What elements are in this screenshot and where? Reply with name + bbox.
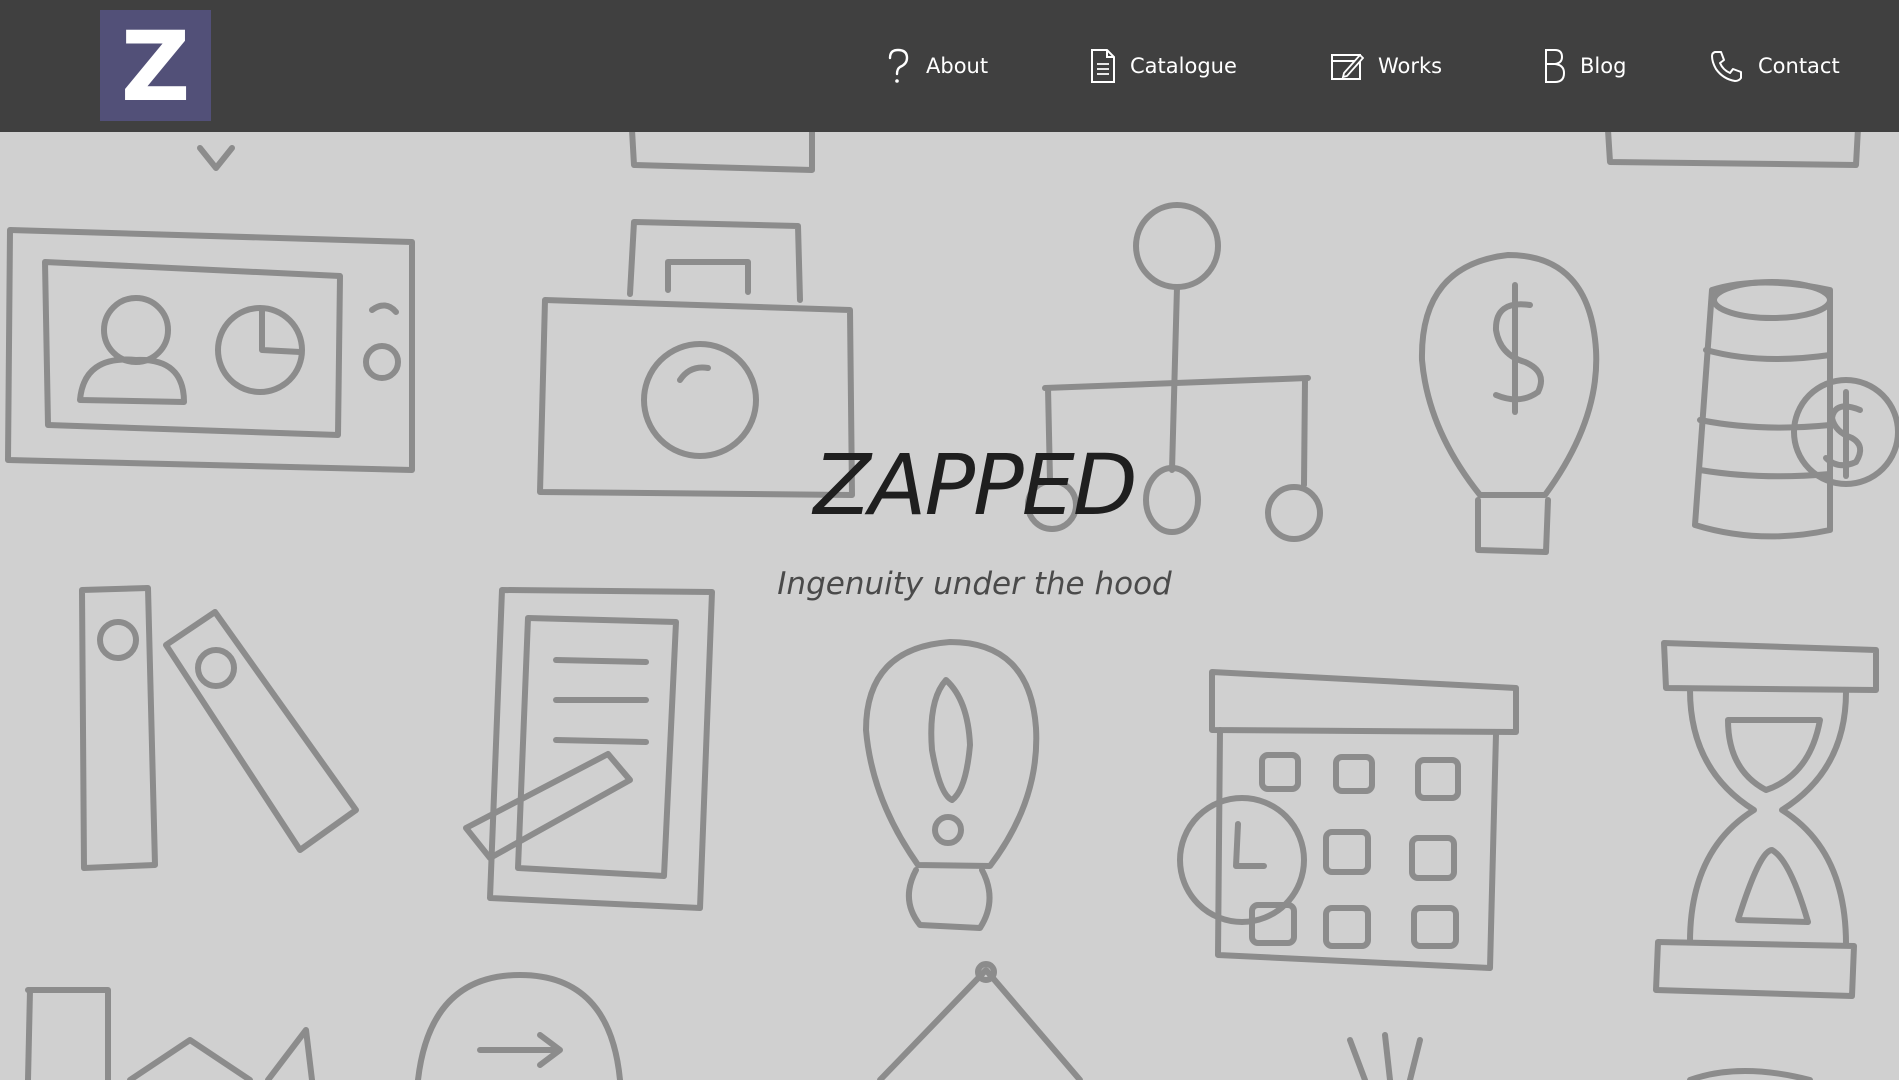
binders-icon: [79, 585, 359, 871]
top-partial-box-left-icon: [197, 125, 1861, 173]
nav-label-catalogue: Catalogue: [1130, 54, 1237, 78]
edit-window-icon: [1331, 53, 1364, 80]
blog-b-icon: [1545, 49, 1566, 83]
top-navbar: Z About Catalogue Works Blog Contact: [0, 0, 1899, 132]
nav-item-blog[interactable]: Blog: [1542, 46, 1626, 86]
hero-subtitle: Ingenuity under the hood: [0, 566, 1899, 602]
exclamation-bulb-icon: [863, 639, 1040, 931]
nav-label-about: About: [926, 54, 989, 78]
bottom-partial-doodles-icon: [25, 961, 1813, 1080]
question-mark-icon: [888, 48, 909, 83]
background-doodles: [5, 125, 1899, 1080]
nav-item-contact[interactable]: Contact: [1710, 46, 1840, 86]
hourglass-icon: [1653, 640, 1879, 999]
nav-item-works[interactable]: Works: [1330, 46, 1442, 86]
nav-item-catalogue[interactable]: Catalogue: [1090, 46, 1237, 86]
phone-icon: [1711, 51, 1742, 82]
tablet-chart-icon: [5, 227, 415, 473]
nav-label-contact: Contact: [1758, 54, 1840, 78]
main-nav: About Catalogue Works Blog Contact: [0, 0, 1899, 132]
nav-item-about[interactable]: About: [884, 46, 988, 86]
nav-label-blog: Blog: [1580, 54, 1627, 78]
calendar-clock-icon: [1177, 669, 1519, 971]
hero-subtitle-text: Ingenuity under the hood: [777, 566, 1172, 602]
page: Z About Catalogue Works Blog Contact ZAP…: [0, 0, 1899, 1080]
document-icon: [1091, 49, 1115, 83]
nav-label-works: Works: [1378, 54, 1443, 78]
clipboard-pencil-icon: [463, 587, 715, 911]
hero-title-text: ZAPPED: [813, 436, 1137, 534]
hero-title: ZAPPED: [0, 436, 1899, 534]
